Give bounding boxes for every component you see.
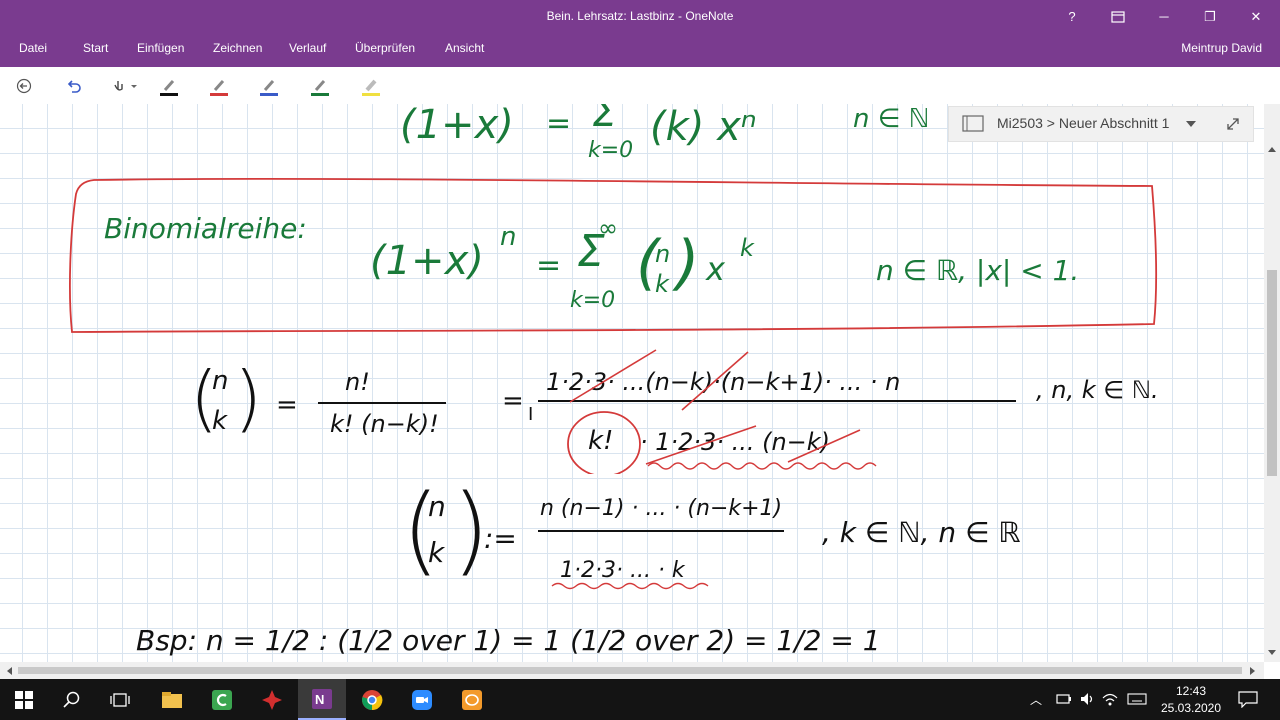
top-formula-eq: = bbox=[546, 106, 572, 141]
geogebra-icon[interactable] bbox=[448, 679, 496, 720]
box-sum-bottom: k=0 bbox=[570, 288, 616, 313]
def1-paren-right: ) bbox=[234, 356, 263, 440]
keyboard-icon[interactable] bbox=[1127, 692, 1147, 706]
minimize-button[interactable]: ─ bbox=[1141, 0, 1187, 33]
def2-binom-top: n bbox=[428, 490, 446, 523]
horizontal-scrollbar[interactable] bbox=[0, 662, 1264, 679]
box-x: x bbox=[706, 250, 725, 288]
expand-icon[interactable] bbox=[1225, 116, 1241, 132]
help-button[interactable]: ? bbox=[1049, 0, 1095, 33]
box-binom-bottom: k bbox=[655, 270, 669, 298]
def2-binom-bottom: k bbox=[428, 536, 445, 569]
notifications-icon[interactable] bbox=[1238, 690, 1258, 708]
pen-blue-icon[interactable] bbox=[256, 77, 282, 97]
box-domain: n ∈ ℝ, |x| < 1. bbox=[876, 254, 1080, 287]
ribbon-display-icon bbox=[1111, 10, 1125, 23]
box-sigma: Σ bbox=[577, 226, 605, 277]
def1-numerator: n! bbox=[345, 368, 370, 396]
search-icon[interactable] bbox=[48, 679, 96, 720]
tab-datei[interactable]: Datei bbox=[19, 41, 47, 55]
box-title: Binomialreihe: bbox=[104, 212, 307, 245]
scroll-left-icon[interactable] bbox=[6, 667, 12, 675]
def2-numerator: n (n−1) · ... · (n−k+1) bbox=[540, 496, 783, 521]
box-exponent: n bbox=[500, 222, 517, 252]
vertical-scroll-thumb[interactable] bbox=[1267, 270, 1277, 476]
volume-icon[interactable] bbox=[1080, 692, 1096, 706]
tab-zeichnen[interactable]: Zeichnen bbox=[213, 41, 262, 55]
title-bar: Bein. Lehrsatz: Lastbinz - OneNote ? ─ ❐… bbox=[0, 0, 1280, 33]
top-formula-rest: (k) xⁿ bbox=[650, 104, 757, 150]
battery-icon[interactable] bbox=[1056, 693, 1072, 705]
network-icon[interactable] bbox=[1102, 692, 1118, 706]
text-cursor-icon: I bbox=[528, 404, 534, 425]
def1-denominator: k! (n−k)! bbox=[330, 410, 439, 438]
box-binom-top: n bbox=[655, 240, 671, 268]
def1-fraction-bar bbox=[318, 402, 446, 404]
def2-red-underline bbox=[551, 582, 709, 590]
maximize-button[interactable]: ❐ bbox=[1187, 0, 1233, 33]
top-formula-domain: n ∈ ℕ bbox=[853, 104, 930, 134]
top-formula-lhs: (1+x) bbox=[400, 104, 514, 148]
box-x-exponent: k bbox=[740, 234, 754, 262]
scroll-up-icon[interactable] bbox=[1268, 146, 1276, 152]
box-eq: = bbox=[536, 248, 562, 283]
def1-eq2: = bbox=[502, 386, 524, 416]
scroll-down-icon[interactable] bbox=[1268, 650, 1276, 656]
notebook-icon bbox=[962, 115, 984, 132]
zoom-icon[interactable] bbox=[398, 679, 446, 720]
box-lhs: (1+x) bbox=[370, 238, 484, 284]
top-formula-sum-index: k=0 bbox=[588, 138, 634, 163]
chevron-down-icon[interactable] bbox=[1185, 119, 1197, 129]
svg-text:N: N bbox=[315, 692, 324, 707]
def2-domain: , k ∈ ℕ, n ∈ ℝ bbox=[822, 516, 1021, 549]
camtasia-icon[interactable] bbox=[198, 679, 246, 720]
tray-chevron-icon[interactable]: ︿ bbox=[1030, 691, 1042, 708]
touch-draw-icon[interactable] bbox=[108, 75, 142, 97]
tab-einfuegen[interactable]: Einfügen bbox=[137, 41, 184, 55]
windows-taskbar: N ︿ 12:43 25.03.2020 bbox=[0, 679, 1280, 720]
def1-binom-bottom: k bbox=[212, 406, 228, 436]
section-breadcrumb[interactable]: Mi2503 > Neuer Abschnitt 1 bbox=[997, 115, 1169, 131]
clock-date[interactable]: 25.03.2020 bbox=[1156, 701, 1226, 715]
user-name[interactable]: Meintrup David bbox=[1181, 41, 1262, 55]
file-explorer-icon[interactable] bbox=[148, 679, 196, 720]
tab-ansicht[interactable]: Ansicht bbox=[445, 41, 484, 55]
back-icon[interactable] bbox=[10, 75, 38, 97]
def2-fraction-bar bbox=[538, 530, 784, 532]
tab-verlauf[interactable]: Verlauf bbox=[289, 41, 326, 55]
section-navigator[interactable]: Mi2503 > Neuer Abschnitt 1 bbox=[948, 106, 1254, 142]
close-button[interactable]: ✕ bbox=[1233, 0, 1279, 33]
ribbon-tabs: Datei Start Einfügen Zeichnen Verlauf Üb… bbox=[0, 33, 1280, 67]
box-binom-paren-right: ) bbox=[676, 228, 700, 298]
drawing-toolbar bbox=[0, 67, 1280, 105]
def2-eq: := bbox=[484, 522, 517, 555]
def1-eq: = bbox=[276, 390, 298, 420]
app-icon[interactable] bbox=[248, 679, 296, 720]
pen-green-icon[interactable] bbox=[307, 77, 333, 97]
task-view-icon[interactable] bbox=[96, 679, 144, 720]
def1-red-annotations bbox=[567, 349, 877, 474]
def1-domain: , n, k ∈ ℕ. bbox=[1036, 376, 1159, 404]
note-canvas[interactable]: (1+x) = Σ k=0 (k) xⁿ n ∈ ℕ Binomialreihe… bbox=[0, 104, 1264, 662]
windows-start-icon[interactable] bbox=[0, 679, 48, 720]
undo-icon[interactable] bbox=[60, 75, 88, 97]
top-formula-sigma: Σ bbox=[592, 104, 618, 136]
tab-start[interactable]: Start bbox=[83, 41, 108, 55]
onenote-icon[interactable]: N bbox=[298, 679, 346, 720]
restore-icon-button[interactable] bbox=[1095, 0, 1141, 33]
example-line: Bsp: n = 1/2 : (1/2 over 1) = 1 (1/2 ove… bbox=[136, 624, 881, 657]
chrome-icon[interactable] bbox=[348, 679, 396, 720]
pen-black-icon[interactable] bbox=[156, 77, 182, 97]
vertical-scrollbar[interactable] bbox=[1264, 104, 1280, 662]
highlighter-yellow-icon[interactable] bbox=[358, 77, 384, 97]
pen-red-icon[interactable] bbox=[206, 77, 232, 97]
tab-ueberpruefen[interactable]: Überprüfen bbox=[355, 41, 415, 55]
horizontal-scroll-thumb[interactable] bbox=[18, 667, 1242, 674]
scroll-right-icon[interactable] bbox=[1250, 667, 1256, 675]
def1-binom-top: n bbox=[212, 366, 229, 396]
clock-time[interactable]: 12:43 bbox=[1160, 684, 1222, 698]
